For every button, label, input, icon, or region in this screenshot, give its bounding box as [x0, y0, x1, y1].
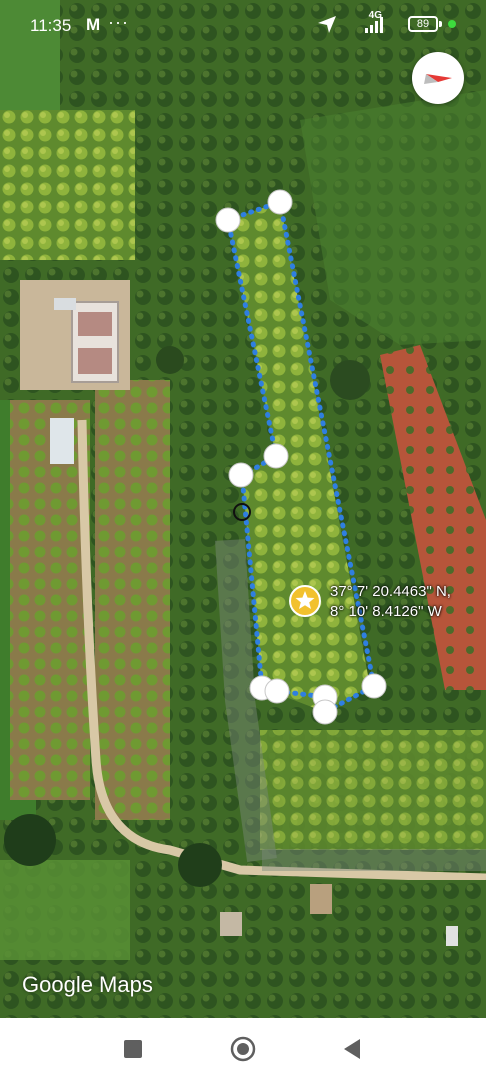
google-maps-logo: Google Maps: [22, 972, 153, 997]
star-marker-icon[interactable]: [289, 585, 321, 617]
coordinate-label: 37° 7' 20.4463" N, 8° 10' 8.4126" W: [330, 582, 451, 622]
map-imagery: [0, 0, 486, 1018]
vertex-handle[interactable]: [215, 207, 241, 233]
compass-button[interactable]: [412, 52, 464, 104]
triangle-back-icon[interactable]: [340, 1036, 366, 1062]
satellite-map[interactable]: [0, 0, 486, 1018]
latitude-text: 37° 7' 20.4463" N,: [330, 583, 451, 600]
vertex-handle[interactable]: [312, 699, 338, 725]
battery-icon: 89: [408, 16, 438, 32]
status-indicators: 4G 89: [316, 10, 456, 36]
battery-tip: [439, 21, 442, 27]
longitude-text: 8° 10' 8.4126" W: [330, 603, 442, 620]
active-indicator-dot: [448, 20, 456, 28]
status-time: 11:35: [30, 16, 72, 35]
vertex-handle[interactable]: [264, 678, 290, 704]
vertex-handle[interactable]: [228, 462, 254, 488]
location-arrow-icon: [318, 16, 336, 33]
signal-bars-icon: [365, 17, 383, 33]
gmail-icon: M: [86, 15, 101, 34]
status-overflow: ···: [108, 12, 129, 32]
compass-icon: [424, 74, 452, 84]
vertex-handle[interactable]: [267, 189, 293, 215]
vertex-handle[interactable]: [361, 673, 387, 699]
system-navigation-bar: [0, 1018, 486, 1080]
status-bar: 11:35 M ··· 4G 89: [0, 0, 486, 50]
vertex-handle[interactable]: [263, 443, 289, 469]
circle-home-icon[interactable]: [230, 1036, 256, 1062]
square-recents-icon[interactable]: [120, 1036, 146, 1062]
